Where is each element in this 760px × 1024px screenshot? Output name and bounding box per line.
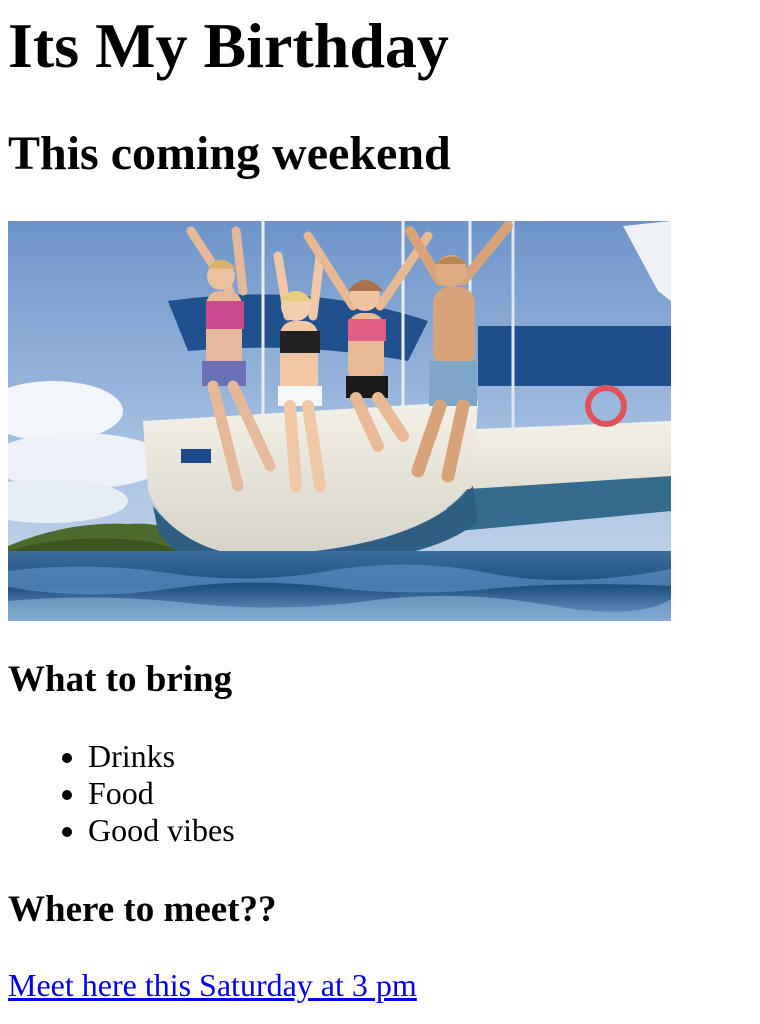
list-item: Good vibes	[88, 812, 235, 849]
list-item: Drinks	[88, 738, 235, 775]
meet-heading: Where to meet??	[8, 889, 277, 930]
bring-list: Drinks Food Good vibes	[8, 738, 235, 849]
bring-heading: What to bring	[8, 659, 233, 700]
list-item: Food	[88, 775, 235, 812]
party-photo	[8, 221, 671, 621]
page-subtitle: This coming weekend	[8, 127, 451, 180]
meet-location-link[interactable]: Meet here this Saturday at 3 pm	[8, 967, 417, 1004]
page-title: Its My Birthday	[8, 10, 449, 81]
